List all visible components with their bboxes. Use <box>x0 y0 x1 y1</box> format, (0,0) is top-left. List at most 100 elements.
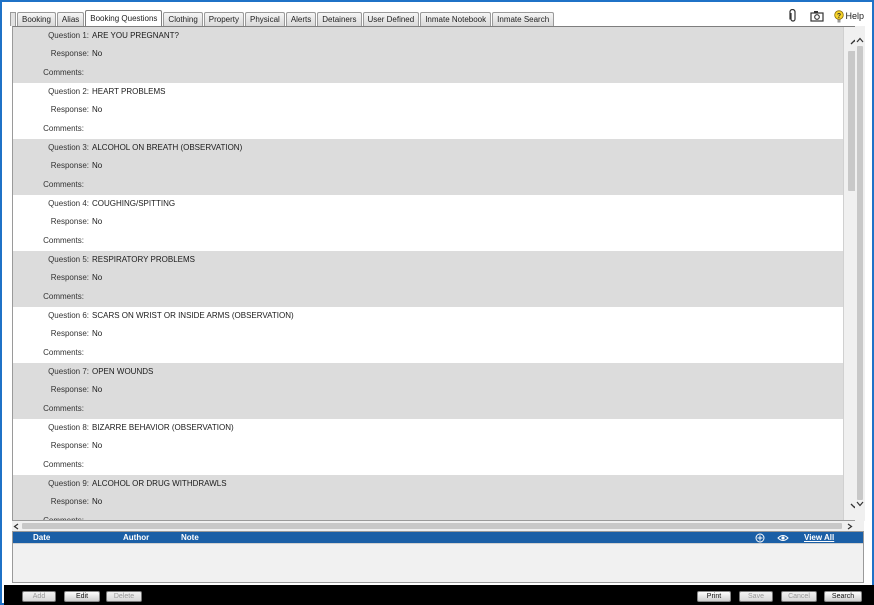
response-value[interactable]: No <box>92 441 102 450</box>
comments-label: Comments: <box>43 236 84 245</box>
response-label: Response: <box>50 329 89 338</box>
question-label: Question 1: <box>48 31 89 40</box>
tab-user-defined[interactable]: User Defined <box>362 12 420 26</box>
edit-button[interactable]: Edit <box>64 591 100 602</box>
response-label: Response: <box>50 273 89 282</box>
notes-column-note[interactable]: Note <box>181 532 199 543</box>
question-row: Question 6: SCARS ON WRIST OR INSIDE ARMS… <box>13 307 833 325</box>
search-button[interactable]: Search <box>824 591 862 602</box>
question-label: Question 4: <box>48 199 89 208</box>
comments-label: Comments: <box>43 68 84 77</box>
response-row: Response: No <box>13 101 833 119</box>
response-row: Response: No <box>13 381 833 399</box>
tab-property[interactable]: Property <box>203 12 245 26</box>
question-text: ALCOHOL OR DRUG WITHDRAWLS <box>92 479 227 488</box>
question-row: Question 4: COUGHING/SPITTING <box>13 195 833 213</box>
response-label: Response: <box>50 441 89 450</box>
tab-scroll-stub[interactable] <box>10 12 16 26</box>
response-value[interactable]: No <box>92 329 102 338</box>
cancel-button[interactable]: Cancel <box>781 591 817 602</box>
page-vertical-scrollbar[interactable] <box>855 26 865 521</box>
response-value[interactable]: No <box>92 105 102 114</box>
question-row: Question 9: ALCOHOL OR DRUG WITHDRAWLS <box>13 475 833 493</box>
notes-column-date[interactable]: Date <box>33 532 50 543</box>
comments-label: Comments: <box>43 404 84 413</box>
question-block: Question 8: BIZARRE BEHAVIOR (OBSERVATION… <box>13 419 843 475</box>
comments-row: Comments: <box>13 512 833 521</box>
question-label: Question 9: <box>48 479 89 488</box>
tab-clothing[interactable]: Clothing <box>163 12 203 26</box>
question-block: Question 5: RESPIRATORY PROBLEMS Response:… <box>13 251 843 307</box>
question-label: Question 7: <box>48 367 89 376</box>
question-text: BIZARRE BEHAVIOR (OBSERVATION) <box>92 423 234 432</box>
response-value[interactable]: No <box>92 385 102 394</box>
response-label: Response: <box>50 385 89 394</box>
response-value[interactable]: No <box>92 49 102 58</box>
help-button[interactable]: ? Help <box>834 9 864 23</box>
question-block: Question 7: OPEN WOUNDS Response: No Comment… <box>13 363 843 419</box>
question-row: Question 1: ARE YOU PREGNANT? <box>13 27 833 45</box>
notes-grid: Date Author Note View All <box>12 531 864 583</box>
response-value[interactable]: No <box>92 273 102 282</box>
response-value[interactable]: No <box>92 497 102 506</box>
tab-alerts[interactable]: Alerts <box>285 12 317 26</box>
comments-row: Comments: <box>13 176 833 194</box>
add-button[interactable]: Add <box>22 591 56 602</box>
question-row: Question 7: OPEN WOUNDS <box>13 363 833 381</box>
tab-alias[interactable]: Alias <box>56 12 85 26</box>
question-block: Question 4: COUGHING/SPITTING Response: No C… <box>13 195 843 251</box>
question-label: Question 6: <box>48 311 89 320</box>
question-text: RESPIRATORY PROBLEMS <box>92 255 195 264</box>
question-text: OPEN WOUNDS <box>92 367 154 376</box>
paperclip-icon[interactable] <box>786 9 800 23</box>
booking-window: Booking Alias Booking Questions Clothing Pro… <box>0 0 874 605</box>
comments-row: Comments: <box>13 232 833 250</box>
notes-column-author[interactable]: Author <box>123 532 149 543</box>
horizontal-scrollbar[interactable] <box>12 521 864 531</box>
save-button[interactable]: Save <box>739 591 773 602</box>
comments-row: Comments: <box>13 64 833 82</box>
tab-booking-questions[interactable]: Booking Questions <box>85 10 163 26</box>
response-row: Response: No <box>13 325 833 343</box>
question-label: Question 2: <box>48 87 89 96</box>
response-label: Response: <box>50 497 89 506</box>
scrollbar-thumb[interactable] <box>22 523 842 529</box>
comments-row: Comments: <box>13 400 833 418</box>
response-label: Response: <box>50 217 89 226</box>
camera-icon[interactable] <box>810 9 825 23</box>
question-block: Question 6: SCARS ON WRIST OR INSIDE ARMS… <box>13 307 843 363</box>
view-all-link[interactable]: View All <box>804 532 834 543</box>
response-value[interactable]: No <box>92 161 102 170</box>
comments-label: Comments: <box>43 348 84 357</box>
comments-label: Comments: <box>43 292 84 301</box>
question-text: ARE YOU PREGNANT? <box>92 31 179 40</box>
tab-bar: Booking Alias Booking Questions Clothing Pro… <box>10 10 780 26</box>
chevron-up-icon[interactable] <box>856 36 864 45</box>
question-row: Question 3: ALCOHOL ON BREATH (OBSERVATIO… <box>13 139 833 157</box>
question-text: HEART PROBLEMS <box>92 87 166 96</box>
response-label: Response: <box>50 49 89 58</box>
scrollbar-thumb[interactable] <box>857 46 863 500</box>
comments-row: Comments: <box>13 288 833 306</box>
response-label: Response: <box>50 161 89 170</box>
help-label: Help <box>845 11 864 21</box>
response-label: Response: <box>50 105 89 114</box>
help-icon: ? <box>834 9 845 22</box>
booking-questions-panel: Question 1: ARE YOU PREGNANT? Response: No C… <box>12 26 864 521</box>
question-block: Question 3: ALCOHOL ON BREATH (OBSERVATIO… <box>13 139 843 195</box>
comments-row: Comments: <box>13 120 833 138</box>
question-row: Question 5: RESPIRATORY PROBLEMS <box>13 251 833 269</box>
question-block: Question 9: ALCOHOL OR DRUG WITHDRAWLS Res… <box>13 475 843 521</box>
response-row: Response: No <box>13 437 833 455</box>
tab-inmate-search[interactable]: Inmate Search <box>492 12 555 26</box>
delete-button[interactable]: Delete <box>106 591 142 602</box>
tab-inmate-notebook[interactable]: Inmate Notebook <box>420 12 492 26</box>
response-value[interactable]: No <box>92 217 102 226</box>
chevron-down-icon[interactable] <box>856 500 864 509</box>
print-button[interactable]: Print <box>697 591 731 602</box>
comments-label: Comments: <box>43 516 84 521</box>
tab-booking[interactable]: Booking <box>17 12 56 26</box>
tab-physical[interactable]: Physical <box>245 12 285 26</box>
question-label: Question 3: <box>48 143 89 152</box>
tab-detainers[interactable]: Detainers <box>317 12 362 26</box>
